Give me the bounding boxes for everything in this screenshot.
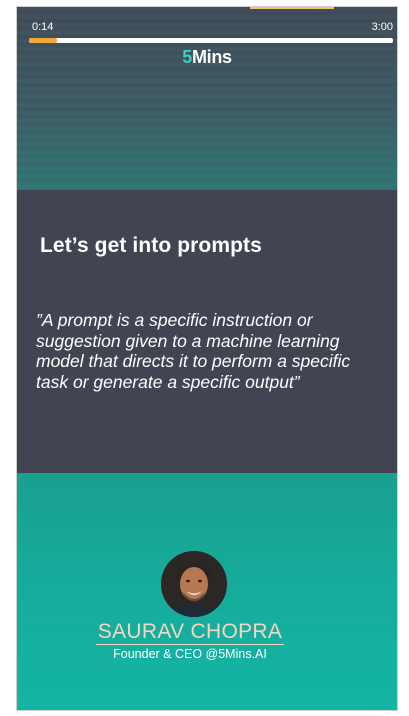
avatar bbox=[161, 551, 227, 617]
video-header-band bbox=[17, 7, 397, 190]
progress-bar[interactable] bbox=[29, 38, 393, 43]
slide-headline: Let’s get into prompts bbox=[40, 234, 262, 257]
current-time: 0:14 bbox=[32, 21, 54, 33]
speaker-name-text: SAURAV CHOPRA bbox=[95, 620, 285, 645]
brand-number: 5 bbox=[182, 47, 192, 67]
brand-word: Mins bbox=[191, 47, 232, 67]
speaker-photo-icon bbox=[161, 551, 227, 617]
progress-fill bbox=[29, 38, 57, 43]
speaker-role: Founder & CEO @5Mins.AI bbox=[113, 647, 267, 661]
brand-logo: 5Mins bbox=[17, 47, 397, 68]
slide-quote: ”A prompt is a specific instruction or s… bbox=[36, 310, 351, 392]
top-accent-bar bbox=[250, 7, 334, 9]
total-time: 3:00 bbox=[371, 21, 393, 33]
speaker-name: SAURAV CHOPRA bbox=[0, 620, 380, 645]
